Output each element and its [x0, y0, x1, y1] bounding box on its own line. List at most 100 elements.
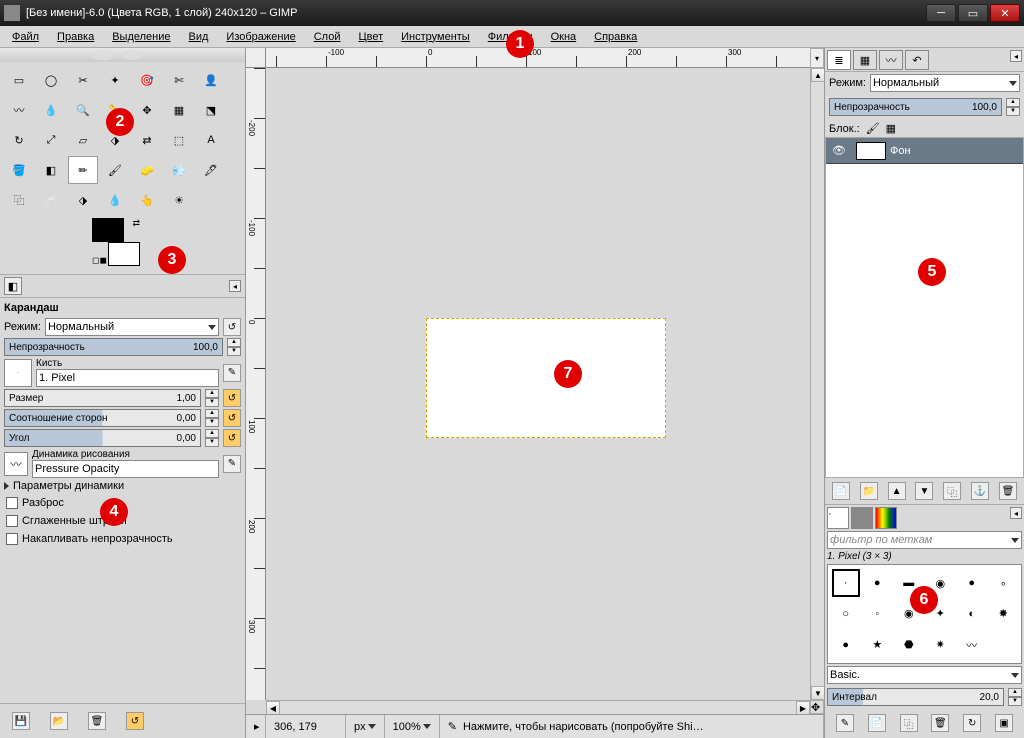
brush-edit-icon[interactable]: ✎ [223, 364, 241, 382]
tool-cage[interactable]: ⬚ [164, 126, 194, 154]
lock-alpha-icon[interactable]: ▦ [886, 122, 896, 135]
brush-item[interactable]: ★ [864, 631, 892, 659]
accumulate-opacity-checkbox[interactable]: Накапливать непрозрачность [4, 530, 241, 548]
minimize-button[interactable]: ─ [926, 4, 956, 22]
layer-mode-select[interactable]: Нормальный [870, 74, 1020, 92]
layers-tab[interactable]: ≣ [827, 50, 851, 70]
menu-select[interactable]: Выделение [104, 29, 178, 45]
tool-align[interactable]: ▦ [164, 96, 194, 124]
brush-item[interactable]: ⬣ [895, 631, 923, 659]
gradients-tab[interactable] [875, 507, 897, 529]
new-layer-icon[interactable]: 📄 [832, 482, 850, 500]
scrollbar-vertical[interactable]: ▲ ▼ [810, 68, 824, 700]
angle-slider[interactable]: Угол 0,00 [4, 429, 201, 447]
tool-paintbrush[interactable]: 🖌 [100, 156, 130, 184]
bg-color-swatch[interactable] [108, 242, 140, 266]
opacity-slider[interactable]: Непрозрачность 100,0 [4, 338, 223, 356]
canvas[interactable] [426, 318, 666, 438]
ruler-vertical[interactable]: -200-1000100200300400 [246, 68, 266, 700]
scroll-up-icon[interactable]: ▲ [811, 68, 824, 82]
brush-item[interactable]: 〰 [958, 631, 986, 659]
opacity-stepper[interactable]: ▲▼ [227, 338, 241, 356]
channels-tab[interactable]: ▦ [853, 50, 877, 70]
reset-options-icon[interactable]: ↺ [126, 712, 144, 730]
aspect-slider[interactable]: Соотношение сторон 0,00 [4, 409, 201, 427]
undo-tab[interactable]: ↶ [905, 50, 929, 70]
brush-item[interactable]: ● [958, 569, 986, 597]
size-reset-icon[interactable]: ↺ [223, 389, 241, 407]
close-button[interactable]: ✕ [990, 4, 1020, 22]
tool-rect-select[interactable]: ▭ [4, 66, 34, 94]
menu-edit[interactable]: Правка [49, 29, 102, 45]
brush-preview[interactable]: · [4, 359, 32, 387]
paths-tab[interactable]: 〰 [879, 50, 903, 70]
fg-bg-swatches[interactable]: ◻◼ ⇄ [92, 218, 140, 266]
tool-airbrush[interactable]: 💨 [164, 156, 194, 184]
ruler-origin[interactable] [246, 48, 266, 68]
tool-flip[interactable]: ⇄ [132, 126, 162, 154]
menu-image[interactable]: Изображение [218, 29, 303, 45]
brush-preset-select[interactable]: Basic. [827, 666, 1022, 684]
dock-menu-lower-icon[interactable]: ◂ [1010, 507, 1022, 519]
angle-reset-icon[interactable]: ↺ [223, 429, 241, 447]
tool-options-tab[interactable]: ◧ [4, 277, 22, 295]
unit-select[interactable]: px [346, 715, 385, 738]
dynamics-params-expander[interactable]: Параметры динамики [4, 480, 241, 492]
tool-clone[interactable]: ⿻ [4, 186, 34, 214]
dynamics-edit-icon[interactable]: ✎ [223, 455, 241, 473]
size-slider[interactable]: Размер 1,00 [4, 389, 201, 407]
ruler-horizontal[interactable]: -1000100200300400 [266, 48, 810, 68]
mode-select[interactable]: Нормальный [45, 318, 219, 336]
aspect-stepper[interactable]: ▲▼ [205, 409, 219, 427]
dock-menu-upper-icon[interactable]: ◂ [1010, 50, 1022, 62]
patterns-tab[interactable] [851, 507, 873, 529]
dynamics-select[interactable]: Pressure Opacity [32, 460, 219, 478]
fg-color-swatch[interactable] [92, 218, 124, 242]
tool-paths[interactable]: 〰 [4, 96, 34, 124]
menu-tools[interactable]: Инструменты [393, 29, 478, 45]
scrollbar-horizontal[interactable]: ◀ ▶ [266, 700, 810, 714]
tool-dodge[interactable]: ☀ [164, 186, 194, 214]
delete-layer-icon[interactable]: 🗑 [999, 482, 1017, 500]
brush-item[interactable]: ● [864, 569, 892, 597]
tool-smudge[interactable]: 👆 [132, 186, 162, 214]
tool-perspective-clone[interactable]: ⬗ [68, 186, 98, 214]
tool-scissors[interactable]: ✄ [164, 66, 194, 94]
brush-item[interactable]: · [832, 569, 860, 597]
tool-ink[interactable]: 🖋 [196, 156, 226, 184]
angle-stepper[interactable]: ▲▼ [205, 429, 219, 447]
layer-row[interactable]: 👁 Фон [826, 138, 1023, 164]
brush-select[interactable]: 1. Pixel [36, 369, 219, 387]
refresh-brush-icon[interactable]: ↻ [963, 714, 981, 732]
maximize-button[interactable]: ▭ [958, 4, 988, 22]
brush-item[interactable]: ✷ [927, 631, 955, 659]
tool-fuzzy-select[interactable]: ✦ [100, 66, 130, 94]
layer-opacity-stepper[interactable]: ▲▼ [1006, 98, 1020, 116]
delete-brush-icon[interactable]: 🗑 [931, 714, 949, 732]
swap-colors-icon[interactable]: ⇄ [132, 218, 140, 229]
tool-rotate[interactable]: ↻ [4, 126, 34, 154]
duplicate-layer-icon[interactable]: ⿻ [943, 482, 961, 500]
brush-filter[interactable]: фильтр по меткам [827, 531, 1022, 549]
scroll-down-icon[interactable]: ▼ [811, 686, 824, 700]
tool-color-picker[interactable]: 💧 [36, 96, 66, 124]
tool-eraser[interactable]: 🧽 [132, 156, 162, 184]
brush-item[interactable]: ○ [832, 601, 860, 626]
brush-grid[interactable]: · ● ▬ ◉ ● ∘ ○ ◦ ◉ ✦ ◐ ✸ ● ★ ⬣ ✷ 〰 [827, 564, 1022, 664]
layer-group-icon[interactable]: 📁 [860, 482, 878, 500]
tool-move[interactable]: ✥ [132, 96, 162, 124]
tool-bucket[interactable]: 🪣 [4, 156, 34, 184]
quickmask-toggle[interactable]: ▾ [810, 48, 824, 68]
brush-item[interactable]: ◦ [864, 601, 892, 626]
tool-color-select[interactable]: 🎯 [132, 66, 162, 94]
delete-options-icon[interactable]: 🗑 [88, 712, 106, 730]
zoom-select[interactable]: 100% [385, 715, 440, 738]
menu-layer[interactable]: Слой [306, 29, 349, 45]
spacing-stepper[interactable]: ▲▼ [1008, 688, 1022, 706]
raise-layer-icon[interactable]: ▲ [888, 482, 906, 500]
brush-edit-icon[interactable]: ✎ [836, 714, 854, 732]
spacing-slider[interactable]: Интервал 20,0 [827, 688, 1004, 706]
open-as-image-icon[interactable]: ▣ [995, 714, 1013, 732]
lock-pixels-icon[interactable]: 🖌 [866, 122, 880, 135]
menu-view[interactable]: Вид [181, 29, 217, 45]
